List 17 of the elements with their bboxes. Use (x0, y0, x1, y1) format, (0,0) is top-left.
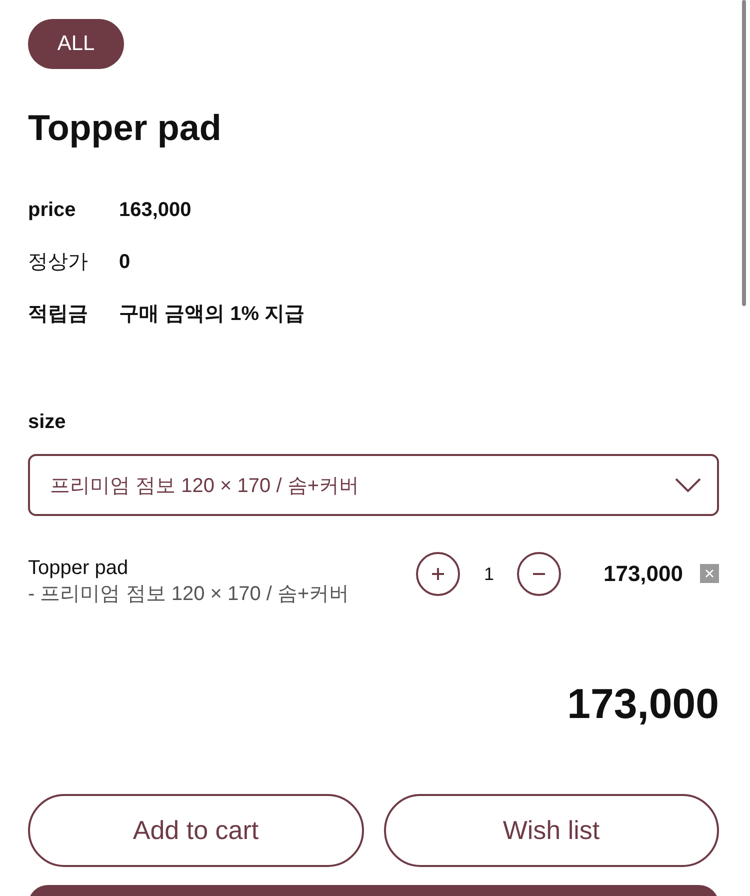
product-title: Topper pad (28, 106, 222, 150)
wish-list-button[interactable]: Wish list (384, 794, 719, 867)
info-label: 적립금 (28, 302, 89, 327)
size-select[interactable]: 프리미엄 점보 120 × 170 / 솜+커버 (28, 454, 719, 516)
item-option: - 프리미엄 점보 120 × 170 / 솜+커버 (28, 580, 416, 608)
category-badge[interactable]: ALL (28, 19, 124, 69)
info-value: 0 (119, 250, 132, 275)
total-price: 173,000 (566, 679, 719, 729)
item-price: 173,000 (603, 560, 683, 588)
option-label: size (28, 410, 67, 435)
info-label: 정상가 (28, 250, 89, 275)
quantity-value: 1 (482, 563, 495, 586)
add-to-cart-button[interactable]: Add to cart (28, 794, 364, 867)
item-name: Topper pad (28, 556, 130, 580)
info-value: 구매 금액의 1% 지급 (119, 302, 305, 327)
info-label: price (28, 198, 77, 223)
info-value: 163,000 (119, 198, 192, 223)
